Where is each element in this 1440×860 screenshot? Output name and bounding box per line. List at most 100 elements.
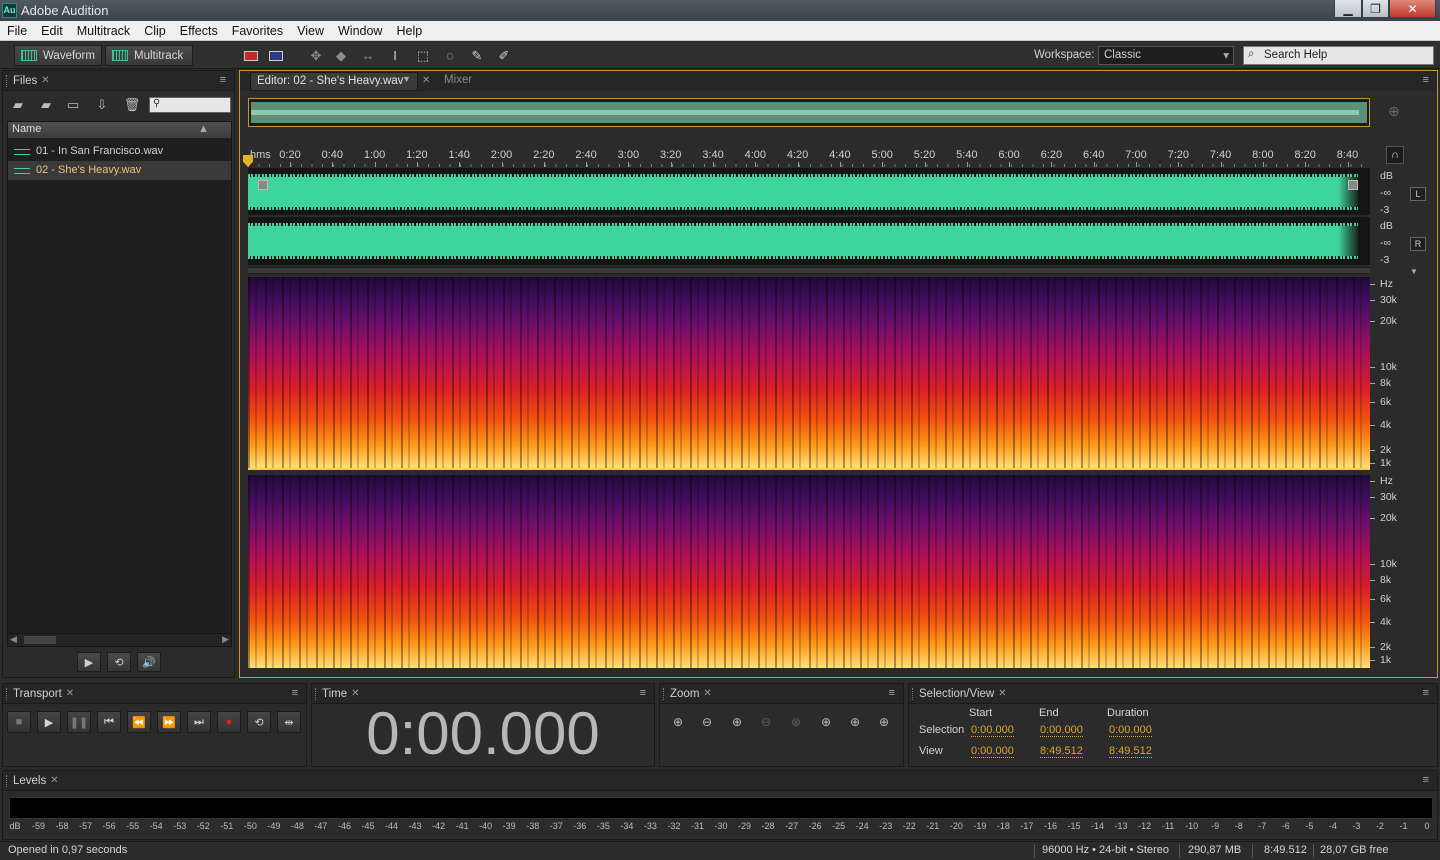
close-panel-icon[interactable]: ✕ bbox=[998, 688, 1006, 699]
maximize-button[interactable]: ❐ bbox=[1362, 0, 1389, 18]
open-append-icon[interactable]: ▰ bbox=[37, 97, 55, 113]
skip-selection-button[interactable]: ⇹ bbox=[277, 711, 301, 733]
zoom-in-at-start-icon[interactable]: ⊕ bbox=[814, 712, 838, 732]
selection-start-value[interactable]: 0:00.000 bbox=[971, 724, 1014, 737]
menu-clip[interactable]: Clip bbox=[137, 24, 173, 38]
close-window-button[interactable]: ✕ bbox=[1389, 0, 1436, 18]
close-tab-icon[interactable]: ✕ bbox=[422, 75, 430, 86]
close-panel-icon[interactable]: ✕ bbox=[351, 688, 359, 699]
menu-help[interactable]: Help bbox=[389, 24, 429, 38]
channel-l-toggle[interactable]: L bbox=[1410, 187, 1426, 201]
fast-forward-button[interactable]: ⏩ bbox=[157, 711, 181, 733]
close-panel-icon[interactable]: ✕ bbox=[703, 688, 711, 699]
razor-tool-icon[interactable]: ◆ bbox=[331, 46, 351, 65]
pause-button[interactable]: ❚❚ bbox=[67, 711, 91, 733]
files-horizontal-scrollbar[interactable]: ◀ ▶ bbox=[7, 633, 232, 647]
selection-duration-value[interactable]: 0:00.000 bbox=[1109, 724, 1152, 737]
go-to-next-button[interactable]: ⏭ bbox=[187, 711, 211, 733]
files-search-input[interactable]: ⚲ bbox=[149, 97, 231, 113]
menu-effects[interactable]: Effects bbox=[173, 24, 225, 38]
delete-file-icon[interactable]: 🗑 bbox=[123, 97, 141, 113]
preview-loop-button[interactable]: ⟲ bbox=[107, 652, 131, 672]
tab-mixer[interactable]: Mixer bbox=[436, 72, 492, 91]
stop-button[interactable]: ■ bbox=[7, 711, 31, 733]
panel-menu-icon[interactable]: ≡ bbox=[889, 687, 895, 699]
marquee-selection-tool-icon[interactable]: ⬚ bbox=[413, 46, 433, 65]
slip-tool-icon[interactable]: ↔ bbox=[358, 46, 378, 65]
move-tool-icon[interactable]: ✥ bbox=[306, 46, 326, 65]
insert-into-multitrack-icon[interactable]: ⇩ bbox=[93, 97, 111, 113]
multitrack-mode-button[interactable]: Multitrack bbox=[105, 45, 193, 66]
menu-favorites[interactable]: Favorites bbox=[225, 24, 290, 38]
spectral-frequency-display-icon[interactable] bbox=[241, 46, 261, 65]
tab-editor[interactable]: Editor: 02 - She's Heavy.wav ▼ bbox=[250, 72, 418, 91]
view-splitter[interactable] bbox=[248, 267, 1370, 274]
zoom-overview-icon[interactable]: ⊕ bbox=[1388, 103, 1400, 120]
menu-multitrack[interactable]: Multitrack bbox=[70, 24, 137, 38]
workspace-select[interactable]: Classic ▾ bbox=[1098, 46, 1234, 65]
zoom-in-at-end-icon[interactable]: ⊕ bbox=[843, 712, 867, 732]
panel-menu-icon[interactable]: ≡ bbox=[1423, 687, 1429, 699]
overview-navigator[interactable] bbox=[248, 98, 1370, 127]
time-ruler[interactable]: hms 0:20 0:40 1:00 1:20 1:40 2:00 2:20 2:40 3:00 3… bbox=[248, 149, 1370, 167]
menu-file[interactable]: File bbox=[0, 24, 34, 38]
search-help-input[interactable]: ⌕ Search Help bbox=[1243, 46, 1434, 65]
selection-end-value[interactable]: 0:00.000 bbox=[1040, 724, 1083, 737]
level-scale-tick: -53 bbox=[173, 821, 187, 831]
waveform-mode-button[interactable]: Waveform bbox=[14, 45, 102, 66]
spot-healing-brush-icon[interactable]: ✐ bbox=[494, 46, 514, 65]
record-button[interactable]: ● bbox=[217, 711, 241, 733]
level-meter[interactable] bbox=[9, 797, 1433, 819]
loop-playback-button[interactable]: ⟲ bbox=[247, 711, 271, 733]
zoom-in-time-icon[interactable]: ⊕ bbox=[725, 712, 749, 732]
scroll-right-icon[interactable]: ▶ bbox=[222, 634, 229, 645]
view-end-value[interactable]: 8:49.512 bbox=[1040, 745, 1083, 758]
spectral-display-right[interactable] bbox=[248, 475, 1370, 668]
file-row-selected[interactable]: 02 - She's Heavy.wav bbox=[8, 161, 231, 180]
zoom-in-amplitude-icon[interactable]: ⊕ bbox=[666, 712, 690, 732]
new-file-icon[interactable]: ▭ bbox=[64, 97, 82, 113]
minimize-button[interactable]: ▁ bbox=[1334, 0, 1362, 18]
view-duration-value[interactable]: 8:49.512 bbox=[1109, 745, 1152, 758]
panel-menu-icon[interactable]: ≡ bbox=[292, 687, 298, 699]
time-selection-tool-icon[interactable]: I bbox=[385, 46, 405, 65]
scroll-thumb[interactable] bbox=[24, 636, 56, 644]
zoom-out-time-icon[interactable]: ⊖ bbox=[754, 712, 778, 732]
panel-menu-icon[interactable]: ≡ bbox=[1423, 774, 1429, 786]
zoom-out-amplitude-icon[interactable]: ⊖ bbox=[695, 712, 719, 732]
preview-play-button[interactable]: ▶ bbox=[77, 652, 101, 672]
panel-menu-icon[interactable]: ≡ bbox=[1423, 74, 1429, 86]
fade-in-handle-icon[interactable] bbox=[258, 180, 268, 190]
headphone-icon[interactable]: ∩ bbox=[1386, 146, 1404, 164]
panel-menu-icon[interactable]: ≡ bbox=[220, 74, 226, 86]
spectral-display-left[interactable] bbox=[248, 277, 1370, 470]
chevron-down-icon[interactable]: ▼ bbox=[1410, 267, 1418, 276]
close-panel-icon[interactable]: ✕ bbox=[66, 688, 74, 699]
file-row[interactable]: 01 - In San Francisco.wav bbox=[8, 142, 231, 161]
chevron-down-icon[interactable]: ▼ bbox=[402, 74, 411, 84]
scroll-left-icon[interactable]: ◀ bbox=[10, 634, 17, 645]
menu-edit[interactable]: Edit bbox=[34, 24, 70, 38]
files-column-header[interactable]: Name ▲ bbox=[8, 122, 231, 138]
waveform-channel-right[interactable] bbox=[248, 217, 1370, 265]
close-panel-icon[interactable]: ✕ bbox=[41, 75, 49, 86]
waveform-channel-left[interactable] bbox=[248, 168, 1370, 216]
brush-selection-tool-icon[interactable]: ✎ bbox=[467, 46, 487, 65]
menu-window[interactable]: Window bbox=[331, 24, 389, 38]
view-start-value[interactable]: 0:00.000 bbox=[971, 745, 1014, 758]
zoom-out-full-icon[interactable]: ⊗ bbox=[784, 712, 808, 732]
spectral-pitch-display-icon[interactable] bbox=[266, 46, 286, 65]
preview-autoplay-button[interactable]: 🔊 bbox=[137, 652, 161, 672]
go-to-previous-button[interactable]: ⏮ bbox=[97, 711, 121, 733]
open-file-icon[interactable]: ▰ bbox=[9, 97, 27, 113]
panel-menu-icon[interactable]: ≡ bbox=[640, 687, 646, 699]
zoom-selection-icon[interactable]: ⊕ bbox=[872, 712, 896, 732]
close-panel-icon[interactable]: ✕ bbox=[50, 775, 58, 786]
channel-r-toggle[interactable]: R bbox=[1410, 237, 1426, 251]
lasso-selection-tool-icon[interactable]: ◌ bbox=[440, 46, 460, 65]
rewind-button[interactable]: ⏪ bbox=[127, 711, 151, 733]
menu-view[interactable]: View bbox=[290, 24, 331, 38]
current-time-display[interactable]: 0:00.000 bbox=[312, 702, 654, 766]
play-button[interactable]: ▶ bbox=[37, 711, 61, 733]
fade-out-handle-icon[interactable] bbox=[1348, 180, 1358, 190]
